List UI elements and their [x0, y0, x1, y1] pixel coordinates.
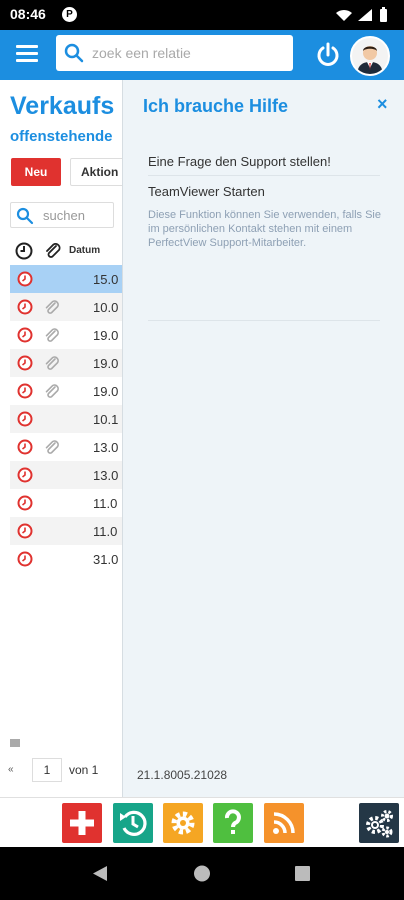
list-search-box[interactable]: suchen: [10, 202, 114, 228]
new-button[interactable]: Neu: [11, 158, 61, 186]
settings-button[interactable]: [163, 803, 203, 843]
user-avatar-icon: [352, 38, 388, 74]
attachment-icon: [45, 300, 59, 314]
table-row[interactable]: 10.1: [10, 405, 122, 433]
row-date: 10.0: [93, 300, 119, 315]
app-header: [0, 30, 404, 80]
app-screen: 08:46 P zoek een relatie Verkaufs offens…: [0, 0, 404, 900]
attachment-icon: [45, 328, 59, 342]
attachment-icon: [45, 356, 59, 370]
overdue-clock-icon: [17, 271, 33, 287]
table-row[interactable]: 19.0: [10, 321, 122, 349]
row-date: 19.0: [93, 356, 119, 371]
row-date: 10.1: [93, 412, 119, 427]
rss-button[interactable]: [264, 803, 304, 843]
relation-search-box[interactable]: [56, 35, 293, 71]
nav-buttons: [93, 865, 310, 882]
history-icon: [120, 810, 147, 836]
overdue-clock-icon: [17, 355, 33, 371]
overdue-clock-icon: [17, 523, 33, 539]
invoice-list: 15.0 10.0 19.0 19.0 19.0 10.1 13.0 13.0 11.0 11.0…: [10, 265, 122, 573]
pager: « 1 von 1: [8, 758, 122, 784]
help-panel: Ich brauche Hilfe × Eine Frage den Suppo…: [122, 80, 404, 797]
power-icon[interactable]: [315, 42, 341, 68]
overdue-clock-icon: [17, 411, 33, 427]
overdue-clock-icon: [17, 327, 33, 343]
overdue-clock-icon: [17, 439, 33, 455]
paperclip-icon[interactable]: [44, 240, 62, 260]
attachment-icon: [45, 384, 59, 398]
rss-icon: [273, 812, 295, 834]
status-time: 08:46: [10, 6, 46, 22]
app-notification-icon: P: [62, 7, 77, 22]
table-header: Datum: [0, 238, 122, 264]
list-footer-marker: [10, 739, 20, 747]
divider: [148, 320, 380, 321]
table-row[interactable]: 13.0: [10, 433, 122, 461]
table-row[interactable]: 31.0: [10, 545, 122, 573]
home-icon[interactable]: [194, 865, 210, 882]
table-row[interactable]: 15.0: [10, 265, 122, 293]
table-row[interactable]: 10.0: [10, 293, 122, 321]
table-row[interactable]: 13.0: [10, 461, 122, 489]
overdue-clock-icon: [17, 467, 33, 483]
row-date: 19.0: [93, 328, 119, 343]
add-icon: [70, 811, 94, 835]
list-search-placeholder: suchen: [43, 208, 85, 223]
row-date: 13.0: [93, 440, 119, 455]
avatar[interactable]: [350, 36, 390, 76]
table-row[interactable]: 11.0: [10, 517, 122, 545]
help-item-teamviewer[interactable]: TeamViewer Starten: [148, 178, 380, 208]
action-button[interactable]: Aktion: [70, 158, 122, 186]
table-row[interactable]: 11.0: [10, 489, 122, 517]
battery-icon: [380, 9, 387, 22]
overdue-clock-icon: [17, 299, 33, 315]
gears-button[interactable]: [359, 803, 399, 843]
attachment-icon: [45, 440, 59, 454]
row-date: 13.0: [93, 468, 119, 483]
row-date: 11.0: [93, 524, 118, 539]
help-item-ask-support[interactable]: Eine Frage den Support stellen!: [148, 150, 380, 176]
settings-icon: [171, 811, 195, 835]
hamburger-icon[interactable]: [16, 45, 38, 63]
search-icon: [64, 43, 84, 63]
recents-icon[interactable]: [295, 866, 310, 881]
overdue-clock-icon: [17, 383, 33, 399]
close-icon[interactable]: ×: [377, 94, 388, 115]
wifi-icon: [336, 9, 352, 21]
history-button[interactable]: [113, 803, 153, 843]
pager-prev-button[interactable]: «: [8, 764, 14, 775]
overdue-clock-icon: [17, 551, 33, 567]
row-date: 11.0: [93, 496, 118, 511]
help-description: Diese Funktion können Sie verwenden, fal…: [148, 209, 381, 249]
system-nav-bar: [0, 847, 404, 900]
row-date: 19.0: [93, 384, 119, 399]
search-icon: [16, 207, 34, 225]
status-icons: [336, 7, 387, 22]
help-title: Ich brauche Hilfe: [143, 96, 289, 116]
help-icon: [225, 809, 241, 834]
back-icon[interactable]: [93, 866, 107, 881]
column-date[interactable]: Datum: [69, 245, 100, 256]
overdue-clock-icon: [17, 495, 33, 511]
clock-icon[interactable]: [15, 242, 33, 260]
page-number-input[interactable]: 1: [32, 758, 62, 782]
row-date: 31.0: [93, 552, 119, 567]
gears-icon: [366, 810, 393, 838]
help-button[interactable]: [213, 803, 253, 843]
row-date: 15.0: [93, 272, 119, 287]
status-bar: 08:46 P: [0, 0, 404, 30]
table-row[interactable]: 19.0: [10, 349, 122, 377]
signal-icon: [358, 9, 372, 21]
left-panel: Verkaufs offenstehende Neu Aktion suchen…: [0, 80, 122, 797]
add-button[interactable]: [62, 803, 102, 843]
page-subtitle: offenstehende: [10, 128, 113, 145]
page-count: von 1: [69, 763, 99, 777]
page-title: Verkaufs: [10, 92, 115, 120]
table-row[interactable]: 19.0: [10, 377, 122, 405]
relation-search-input[interactable]: [92, 43, 282, 63]
app-version: 21.1.8005.21028: [137, 768, 228, 782]
bottom-toolbar: [0, 797, 404, 847]
